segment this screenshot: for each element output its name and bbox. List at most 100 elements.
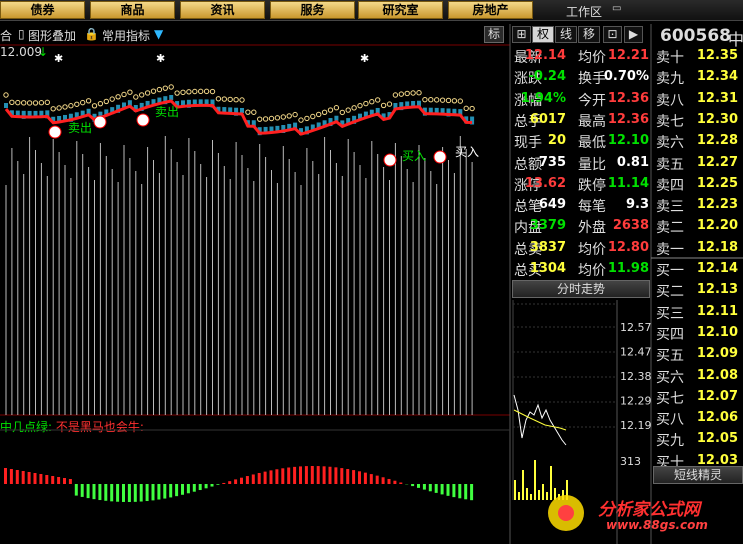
- star-marker: ✱: [54, 52, 63, 65]
- mini-price-tick: 12.57: [620, 321, 652, 334]
- indicator-bar: [464, 484, 468, 500]
- band-dot: [97, 100, 104, 107]
- indicator-bar: [92, 484, 96, 500]
- mini-price-tick: 12.47: [620, 346, 652, 359]
- band-dot: [80, 99, 86, 106]
- band-dot: [463, 105, 469, 112]
- band-dot: [351, 105, 357, 111]
- band-dot: [221, 96, 228, 102]
- band-dot: [469, 105, 475, 112]
- band-dot: [115, 94, 121, 100]
- indicator-bar: [4, 468, 7, 484]
- buy-signal: 买入: [455, 145, 479, 159]
- indicator-bar: [57, 477, 61, 484]
- face-icon: [136, 113, 150, 127]
- band-dot: [316, 111, 322, 118]
- indicator-bar: [133, 484, 137, 502]
- indicator-bar: [198, 484, 202, 491]
- indicator-bar: [334, 467, 338, 484]
- candle: [263, 126, 268, 132]
- band-dot: [9, 99, 15, 106]
- indicator-bar: [186, 484, 190, 494]
- band-dot: [369, 98, 375, 105]
- band-dot: [245, 109, 251, 115]
- indicator-bar: [204, 484, 208, 489]
- indicator-bar: [399, 482, 403, 484]
- sell-signal: 卖出: [68, 121, 92, 135]
- band-dot: [198, 88, 204, 95]
- mini-price-tick: 12.38: [620, 370, 652, 383]
- indicator-bar: [74, 484, 78, 496]
- band-dot: [162, 85, 169, 91]
- band-dot: [50, 106, 56, 112]
- band-dot: [168, 84, 174, 90]
- candle: [192, 99, 197, 105]
- band-dot: [386, 101, 393, 107]
- indicator-bar: [458, 484, 462, 499]
- watermark-logo: [558, 505, 574, 521]
- band-dot: [268, 115, 275, 122]
- indicator-bar: [422, 484, 426, 490]
- indicator-bar: [9, 469, 13, 484]
- indicator-bar: [434, 484, 438, 493]
- indicator-bar: [21, 471, 25, 484]
- candle: [405, 101, 410, 107]
- indicator-bar: [210, 484, 214, 487]
- band-dot: [251, 109, 257, 115]
- band-dot: [439, 97, 446, 103]
- band-dot: [345, 107, 351, 113]
- indicator-bar: [222, 482, 226, 484]
- candle: [452, 108, 457, 114]
- star-marker: ✱: [360, 52, 369, 65]
- band-dot: [38, 100, 45, 106]
- band-dot: [280, 114, 286, 120]
- band-dot: [404, 90, 410, 97]
- indicator-bar: [363, 472, 367, 484]
- sell-signal: 卖出: [155, 105, 179, 119]
- indicator-bar: [381, 477, 385, 484]
- indicator-bar: [216, 484, 220, 485]
- indicator-bar: [340, 468, 344, 484]
- band-dot: [321, 109, 328, 115]
- mini-price-tick: 12.29: [620, 395, 652, 408]
- indicator-bar: [440, 484, 444, 495]
- indicator-bar: [322, 466, 326, 484]
- indicator-bar: [68, 479, 72, 484]
- band-dot: [233, 97, 239, 103]
- face-icon: [93, 115, 107, 129]
- band-dot: [262, 116, 269, 122]
- band-dot: [380, 102, 387, 109]
- indicator-bar: [80, 484, 84, 497]
- band-dot: [416, 90, 422, 96]
- band-dot: [139, 92, 145, 98]
- band-dot: [410, 90, 416, 96]
- band-dot: [91, 103, 98, 109]
- band-dot: [74, 101, 80, 107]
- indicator-bar: [169, 484, 173, 498]
- indicator-bar: [33, 473, 37, 484]
- band-dot: [26, 100, 33, 106]
- band-dot: [298, 117, 304, 123]
- indicator-bar: [163, 484, 167, 499]
- band-dot: [109, 96, 115, 102]
- band-dot: [174, 90, 180, 96]
- band-dot: [327, 107, 334, 113]
- band-dot: [239, 97, 245, 103]
- band-dot: [457, 98, 463, 104]
- band-dot: [192, 88, 198, 95]
- indicator-bar: [352, 470, 356, 484]
- indicator-bar: [287, 467, 291, 484]
- indicator-bar: [157, 484, 161, 500]
- band-dot: [451, 98, 458, 104]
- indicator-bar: [104, 484, 108, 501]
- mini-volume-tick: 313: [620, 455, 641, 468]
- indicator-bar: [304, 466, 308, 484]
- indicator-bar: [293, 466, 297, 484]
- indicator-bar: [358, 471, 361, 484]
- indicator-bar: [411, 484, 415, 487]
- indicator-bar: [452, 484, 456, 498]
- band-dot: [274, 115, 281, 121]
- candle: [428, 107, 433, 113]
- indicator-bar: [27, 472, 31, 484]
- indicator-bar: [234, 479, 238, 484]
